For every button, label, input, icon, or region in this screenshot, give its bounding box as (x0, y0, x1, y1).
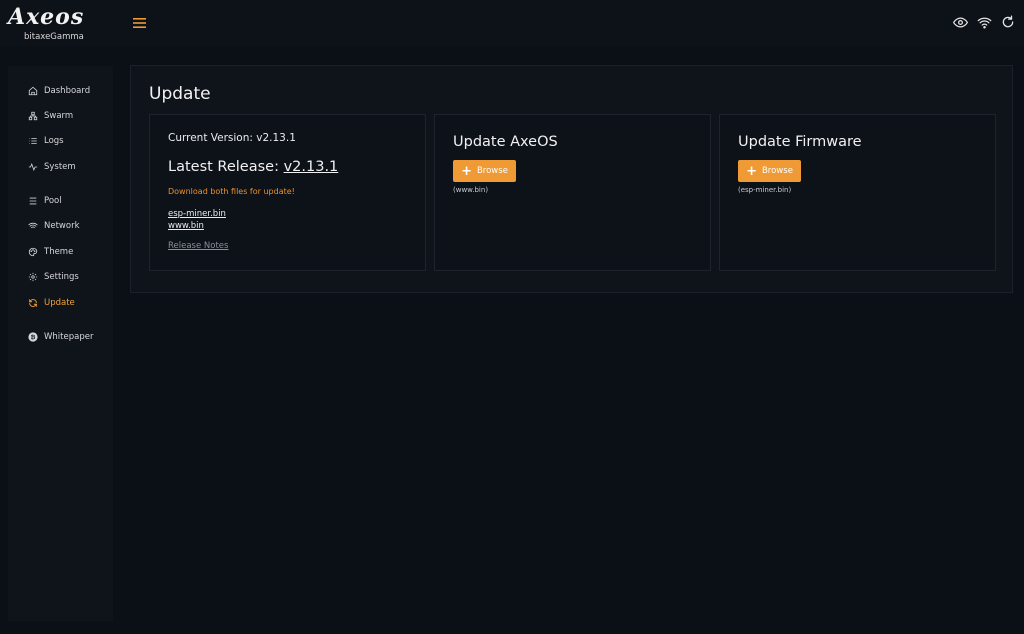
latest-release: Latest Release: v2.13.1 (168, 159, 338, 175)
sidebar-item-label: System (44, 162, 76, 172)
plus-icon: + (461, 163, 472, 179)
sidebar-item-label: Pool (44, 196, 62, 206)
sidebar-item-theme[interactable]: Theme (28, 244, 73, 260)
device-name: bitaxeGamma (24, 32, 84, 42)
sidebar-item-logs[interactable]: Logs (28, 133, 64, 149)
browse-firmware-button[interactable]: + Browse (738, 160, 801, 182)
release-notes-link[interactable]: Release Notes (168, 241, 228, 251)
sidebar-item-whitepaper[interactable]: ₿ Whitepaper (28, 329, 93, 345)
update-axeos-card: Update AxeOS + Browse (www.bin) (434, 114, 711, 271)
sidebar-item-dashboard[interactable]: Dashboard (28, 83, 90, 99)
sidebar-item-label: Dashboard (44, 86, 91, 96)
sidebar-item-label: Theme (44, 247, 74, 257)
list-icon (29, 138, 37, 144)
update-panel: Update Current Version: v2.13.1 Latest R… (130, 65, 1013, 293)
sidebar-item-settings[interactable]: Settings (28, 269, 79, 285)
sync-icon (29, 299, 37, 307)
page-title: Update (149, 84, 211, 104)
current-version: Current Version: v2.13.1 (168, 132, 296, 144)
pulse-icon (28, 162, 38, 172)
sidebar-item-pool[interactable]: Pool (28, 193, 62, 209)
file-hint: (esp-miner.bin) (738, 186, 792, 194)
latest-release-link[interactable]: v2.13.1 (284, 159, 339, 175)
refresh-icon[interactable] (1000, 13, 1016, 31)
wifi-icon[interactable] (976, 13, 992, 31)
latest-release-label: Latest Release: (168, 159, 284, 175)
card-title: Update Firmware (738, 134, 862, 150)
sidebar-item-label: Network (44, 221, 80, 231)
logo[interactable]: Axeos bitaxeGamma (8, 6, 88, 42)
pool-icon (29, 197, 37, 205)
sidebar-item-label: Whitepaper (44, 332, 94, 342)
wifi-icon (28, 222, 38, 229)
gear-icon (28, 272, 38, 282)
sidebar-item-label: Logs (44, 136, 64, 146)
swarm-icon (28, 111, 38, 121)
sidebar-item-swarm[interactable]: Swarm (28, 108, 73, 124)
esp-miner-download-link[interactable]: esp-miner.bin (168, 209, 226, 219)
sidebar-item-network[interactable]: Network (28, 218, 80, 234)
card-title: Update AxeOS (453, 134, 558, 150)
update-firmware-card: Update Firmware + Browse (esp-miner.bin) (719, 114, 996, 271)
sidebar-item-label: Update (44, 298, 75, 308)
bitcoin-icon: ₿ (28, 332, 38, 342)
eye-icon[interactable] (952, 13, 968, 31)
sidebar-item-label: Settings (44, 272, 79, 282)
sidebar-item-system[interactable]: System (28, 159, 76, 175)
plus-icon: + (746, 163, 757, 179)
home-icon (28, 86, 38, 96)
sidebar: Dashboard Swarm Logs System Pool Network… (8, 66, 113, 621)
browse-www-button[interactable]: + Browse (453, 160, 516, 182)
file-hint: (www.bin) (453, 186, 489, 194)
browse-label: Browse (761, 166, 793, 176)
download-note: Download both files for update! (168, 187, 295, 196)
svg-text:₿: ₿ (31, 334, 36, 341)
hamburger-icon (133, 18, 146, 28)
www-download-link[interactable]: www.bin (168, 221, 204, 231)
palette-icon (28, 247, 38, 257)
logo-text: Axeos (8, 4, 85, 30)
browse-label: Browse (476, 166, 508, 176)
menu-toggle-button[interactable] (131, 14, 149, 32)
top-bar: Axeos bitaxeGamma (0, 0, 1024, 46)
sidebar-item-update[interactable]: Update (28, 295, 75, 311)
sidebar-item-label: Swarm (44, 111, 74, 121)
version-card: Current Version: v2.13.1 Latest Release:… (149, 114, 426, 271)
